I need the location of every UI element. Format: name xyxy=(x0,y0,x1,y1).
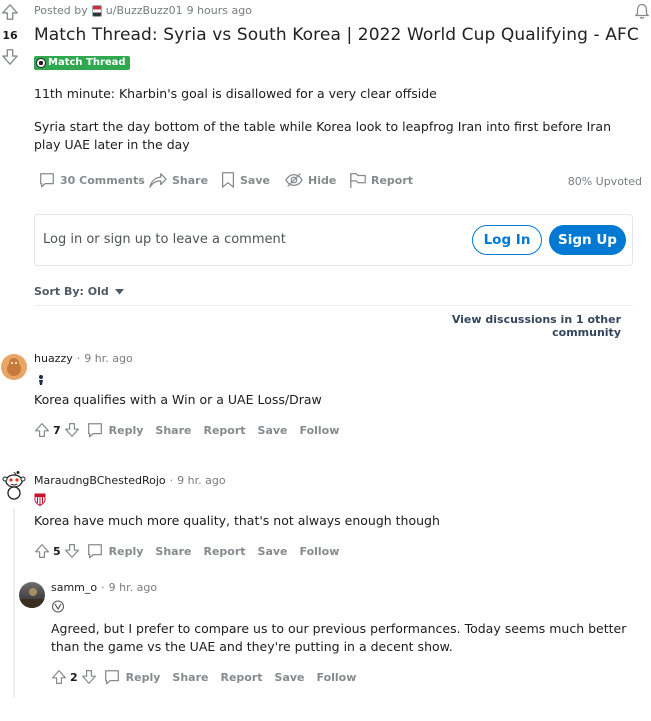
comment-icon[interactable] xyxy=(103,668,121,686)
upvote-icon[interactable] xyxy=(34,542,50,560)
share-button[interactable]: Share xyxy=(155,545,191,558)
comment-author[interactable]: huazzy xyxy=(34,352,73,365)
post-upvote-button[interactable] xyxy=(1,3,19,21)
comment-actions: 5 Reply Share Report Save Follow xyxy=(34,542,351,560)
comment-score: 5 xyxy=(53,544,61,558)
reply-button[interactable]: Reply xyxy=(109,545,144,558)
separator: · xyxy=(169,474,174,487)
comment-icon[interactable] xyxy=(86,421,104,439)
user-flair-icon xyxy=(52,598,64,617)
post-flair-label: Match Thread xyxy=(48,57,126,68)
save-button[interactable]: Save xyxy=(258,545,288,558)
comment-text: Agreed, but I prefer to compare us to ou… xyxy=(51,621,627,654)
bell-icon xyxy=(634,3,650,19)
share-button[interactable]: Share xyxy=(155,424,191,437)
comment-time: 9 hr. ago xyxy=(177,474,226,487)
comment-score: 2 xyxy=(70,670,78,684)
upvote-icon[interactable] xyxy=(51,668,67,686)
comment-icon xyxy=(40,173,54,188)
comment-score: 7 xyxy=(53,423,61,437)
bookmark-icon xyxy=(221,172,235,188)
report-button[interactable]: Report xyxy=(349,171,413,189)
thread-line[interactable] xyxy=(13,508,15,698)
avatar[interactable] xyxy=(1,354,27,380)
report-button[interactable]: Report xyxy=(203,545,245,558)
comment-header: huazzy · 9 hr. ago xyxy=(34,352,133,365)
post-title[interactable]: Match Thread: Syria vs South Korea | 202… xyxy=(34,25,639,45)
post-time: 9 hours ago xyxy=(186,4,252,17)
share-icon xyxy=(149,173,167,188)
report-button[interactable]: Report xyxy=(220,671,262,684)
separator: · xyxy=(76,352,81,365)
upvote-icon xyxy=(2,4,18,20)
comment-actions: 2 Reply Share Report Save Follow xyxy=(51,668,368,686)
comment-text: Korea qualifies with a Win or a UAE Loss… xyxy=(34,392,322,407)
comment-login-prompt: Log in or sign up to leave a comment Log… xyxy=(34,214,633,266)
login-button[interactable]: Log In xyxy=(472,225,542,255)
hide-eye-icon xyxy=(285,173,303,187)
report-button[interactable]: Report xyxy=(203,424,245,437)
notification-bell-button[interactable] xyxy=(634,3,650,24)
comments-button[interactable]: 30 Comments xyxy=(38,171,145,189)
report-label: Report xyxy=(371,173,414,187)
view-other-discussions-link[interactable]: View discussions in 1 other community xyxy=(380,313,621,339)
save-button[interactable]: Save xyxy=(275,671,305,684)
downvote-icon xyxy=(2,49,18,65)
post-meta: Posted by u/BuzzBuzz01 9 hours ago xyxy=(34,4,252,17)
follow-button[interactable]: Follow xyxy=(300,424,340,437)
post-paragraph-2: Syria start the day bottom of the table … xyxy=(34,119,611,152)
downvote-icon[interactable] xyxy=(64,421,80,439)
author-flair-icon xyxy=(91,4,102,17)
reply-button[interactable]: Reply xyxy=(109,424,144,437)
save-button[interactable]: Save xyxy=(220,171,270,189)
post-downvote-button[interactable] xyxy=(1,48,19,66)
signup-button[interactable]: Sign Up xyxy=(549,225,626,255)
snoo-avatar-icon xyxy=(2,471,26,500)
divider xyxy=(34,305,633,306)
comment-author[interactable]: samm_o xyxy=(51,581,97,594)
comment-actions: 7 Reply Share Report Save Follow xyxy=(34,421,351,439)
user-flair-icon xyxy=(34,491,46,510)
hide-label: Hide xyxy=(308,173,337,187)
comment-author[interactable]: MaraudngBChestedRojo xyxy=(34,474,166,487)
upvote-icon[interactable] xyxy=(34,421,50,439)
reply-button[interactable]: Reply xyxy=(126,671,161,684)
follow-button[interactable]: Follow xyxy=(300,545,340,558)
comment-header: MaraudngBChestedRojo · 9 hr. ago xyxy=(34,474,226,487)
avatar[interactable] xyxy=(1,470,27,500)
upvoted-percent: 80% Upvoted xyxy=(567,175,642,188)
comment-time: 9 hr. ago xyxy=(108,581,158,594)
sort-label: Sort By: Old xyxy=(34,285,109,298)
share-button[interactable]: Share xyxy=(172,671,208,684)
snoo-avatar-icon xyxy=(7,358,21,376)
soccer-ball-icon xyxy=(36,58,46,68)
hide-button[interactable]: Hide xyxy=(284,171,336,189)
sort-dropdown[interactable]: Sort By: Old xyxy=(34,285,124,298)
post-author-link[interactable]: u/BuzzBuzz01 xyxy=(106,4,183,17)
caret-down-icon xyxy=(114,288,124,294)
save-label: Save xyxy=(240,173,270,187)
user-flair-icon xyxy=(37,371,45,390)
comment-prompt-text: Log in or sign up to leave a comment xyxy=(43,232,286,247)
comment-header: samm_o · 9 hr. ago xyxy=(51,581,157,594)
posted-by-label: Posted by xyxy=(34,4,88,17)
comment-icon[interactable] xyxy=(86,542,104,560)
downvote-icon[interactable] xyxy=(81,668,97,686)
comment-text: Korea have much more quality, that's not… xyxy=(34,513,440,528)
post-paragraph-1: 11th minute: Kharbin's goal is disallowe… xyxy=(34,86,437,101)
downvote-icon[interactable] xyxy=(64,542,80,560)
comments-count: 30 Comments xyxy=(60,173,145,187)
comment-time: 9 hr. ago xyxy=(84,352,133,365)
post-score: 16 xyxy=(2,29,18,42)
separator: · xyxy=(101,581,105,594)
flag-icon xyxy=(350,173,366,189)
post-flair[interactable]: Match Thread xyxy=(34,56,130,70)
follow-button[interactable]: Follow xyxy=(317,671,357,684)
save-button[interactable]: Save xyxy=(258,424,288,437)
share-label: Share xyxy=(172,173,209,187)
profile-photo-icon xyxy=(19,588,45,608)
share-button[interactable]: Share xyxy=(148,171,208,189)
avatar[interactable] xyxy=(19,582,45,608)
